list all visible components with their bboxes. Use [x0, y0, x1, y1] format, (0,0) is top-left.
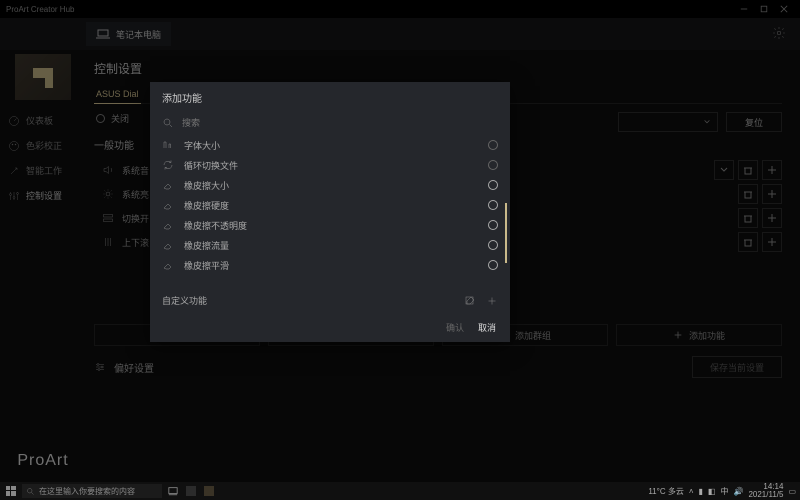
- taskbar: 在这里输入你要搜索的内容 11°C 多云 ˄ ▮ ◧ 中 🔊 14:14 202…: [0, 482, 800, 500]
- item-label: 橡皮擦不透明度: [184, 219, 247, 232]
- list-item[interactable]: 橡皮擦流量: [162, 235, 498, 255]
- add-function-modal: 添加功能 字体大小 循环切换文件 橡皮擦大小 橡皮擦硬度: [150, 82, 510, 342]
- list-item[interactable]: 橡皮擦硬度: [162, 195, 498, 215]
- list-item[interactable]: 字体大小: [162, 135, 498, 155]
- clock[interactable]: 14:14 2021/11/5: [748, 483, 783, 499]
- ime-indicator[interactable]: 中: [720, 486, 728, 497]
- scrollbar-thumb[interactable]: [505, 203, 507, 263]
- radio-icon: [488, 140, 498, 150]
- task-view-button[interactable]: [166, 484, 180, 498]
- radio-icon: [488, 200, 498, 210]
- list-item[interactable]: 橡皮擦大小: [162, 175, 498, 195]
- taskbar-app[interactable]: [184, 484, 198, 498]
- eraser-icon: [162, 199, 174, 211]
- radio-icon: [488, 160, 498, 170]
- tray-icon[interactable]: 🔊: [733, 487, 743, 496]
- item-label: 橡皮擦硬度: [184, 199, 229, 212]
- eraser-icon: [162, 179, 174, 191]
- tray-chevron[interactable]: ˄: [689, 487, 694, 496]
- start-button[interactable]: [4, 484, 18, 498]
- modal-list: 字体大小 循环切换文件 橡皮擦大小 橡皮擦硬度 橡皮擦不透明度: [150, 135, 510, 288]
- list-item[interactable]: 循环切换文件: [162, 155, 498, 175]
- eraser-icon: [162, 239, 174, 251]
- edit-icon[interactable]: [464, 295, 476, 307]
- eraser-icon: [162, 219, 174, 231]
- cycle-icon: [162, 159, 174, 171]
- weather-widget[interactable]: 11°C 多云: [648, 486, 684, 497]
- radio-icon: [488, 220, 498, 230]
- text-size-icon: [162, 139, 174, 151]
- search-icon: [26, 487, 35, 496]
- radio-icon: [488, 180, 498, 190]
- search-icon: [162, 117, 174, 129]
- taskbar-app[interactable]: [202, 484, 216, 498]
- taskbar-search[interactable]: 在这里输入你要搜索的内容: [22, 484, 162, 498]
- tray-icon[interactable]: ◧: [708, 487, 716, 496]
- item-label: 橡皮擦大小: [184, 179, 229, 192]
- radio-icon: [488, 240, 498, 250]
- taskbar-search-placeholder: 在这里输入你要搜索的内容: [39, 486, 135, 497]
- search-input[interactable]: [182, 118, 498, 128]
- radio-icon: [488, 260, 498, 270]
- list-item[interactable]: 橡皮擦平滑: [162, 255, 498, 275]
- date: 2021/11/5: [748, 491, 783, 499]
- modal-title: 添加功能: [150, 82, 510, 113]
- item-label: 橡皮擦平滑: [184, 259, 229, 272]
- cancel-button[interactable]: 取消: [478, 321, 496, 334]
- item-label: 橡皮擦流量: [184, 239, 229, 252]
- modal-footer: 确认 取消: [150, 313, 510, 342]
- plus-icon[interactable]: [486, 295, 498, 307]
- tray-icon[interactable]: ▮: [699, 487, 703, 496]
- custom-label: 自定义功能: [162, 294, 207, 307]
- modal-search: [150, 113, 510, 135]
- eraser-icon: [162, 259, 174, 271]
- notifications-button[interactable]: ▭: [788, 487, 796, 496]
- item-label: 循环切换文件: [184, 159, 238, 172]
- confirm-button[interactable]: 确认: [446, 321, 464, 334]
- item-label: 字体大小: [184, 139, 220, 152]
- list-item[interactable]: 橡皮擦不透明度: [162, 215, 498, 235]
- custom-function-row: 自定义功能: [150, 288, 510, 313]
- system-tray: 11°C 多云 ˄ ▮ ◧ 中 🔊 14:14 2021/11/5 ▭: [648, 483, 796, 499]
